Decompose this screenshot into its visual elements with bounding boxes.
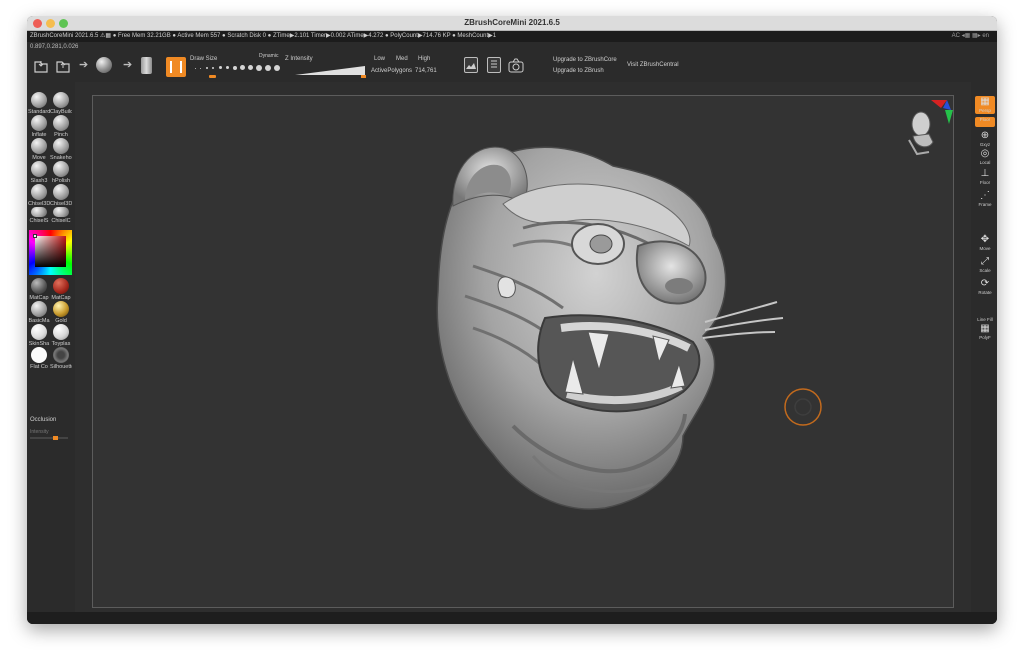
line-fill-icon: ▦ <box>980 323 990 334</box>
gizmo-icon: ⊕ <box>980 130 990 141</box>
line-fill-button[interactable]: Line Fill ▦ PolyF <box>975 317 995 341</box>
active-polygons-value: 714,761 <box>415 68 437 74</box>
cylinder-tool-icon[interactable] <box>141 57 152 74</box>
occlusion-label[interactable]: Occlusion <box>30 417 56 423</box>
brush-claybuildup[interactable]: ClayBuildup <box>50 92 72 116</box>
draw-size-label: Draw Size <box>190 56 218 62</box>
scale-button[interactable]: ⤢ Scale <box>975 256 995 274</box>
open-folder-icon[interactable] <box>33 58 49 74</box>
frame-icon: ⋰ <box>980 190 990 201</box>
brush-inflate[interactable]: Inflate <box>28 115 50 139</box>
brush-move[interactable]: Move <box>28 138 50 162</box>
upgrade-core-link[interactable]: Upgrade to ZBrushCore <box>553 57 617 63</box>
z-intensity-label: Z Intensity <box>285 56 313 62</box>
resolution-high[interactable]: High <box>418 56 430 62</box>
color-swatch-white[interactable] <box>33 234 37 238</box>
viewport[interactable] <box>75 82 971 624</box>
app-window: ZBrushCoreMini 2021.6.5 ZBrushCoreMini 2… <box>27 16 997 624</box>
tiger-mask-sculpt <box>436 146 822 510</box>
floor-button[interactable]: Floor <box>975 117 995 127</box>
window-title: ZBrushCoreMini 2021.6.5 <box>464 18 560 27</box>
color-picker[interactable] <box>29 230 72 275</box>
local-button[interactable]: ◎ Local <box>975 148 995 166</box>
material-gold[interactable]: Gold <box>50 301 72 325</box>
move-icon: ✥ <box>980 234 990 245</box>
color-saturation-field[interactable] <box>35 236 66 267</box>
bottom-bar <box>27 612 997 624</box>
persp-button[interactable]: ▦ Persp <box>975 96 995 114</box>
document-icon[interactable] <box>487 57 501 73</box>
image-icon[interactable] <box>464 57 478 73</box>
title-bar: ZBrushCoreMini 2021.6.5 <box>27 16 997 31</box>
document-frame[interactable] <box>92 95 954 608</box>
rotate-icon: ⟳ <box>980 278 990 289</box>
brush-chisel3d-a[interactable]: Chisel3D <box>28 184 50 208</box>
right-shelf: ▦ Persp Floor ⊕ Gxyz ◎ Local ⊥ Floor ⋰ Frame … <box>972 82 997 624</box>
left-shelf: Standard ClayBuildup Inflate Pinch Move … <box>27 82 73 624</box>
occlusion-intensity-slider[interactable] <box>30 436 68 440</box>
local-icon: ◎ <box>980 148 990 159</box>
move-button[interactable]: ✥ Move <box>975 234 995 252</box>
export-arrow-icon: ➔ <box>123 59 133 71</box>
material-matcap-b[interactable]: MatCap <box>50 278 72 302</box>
gxyz-button[interactable]: ⊕ Gxyz <box>975 130 995 148</box>
material-skinshade[interactable]: SkinSha <box>28 324 50 348</box>
resolution-low[interactable]: Low <box>374 56 385 62</box>
info-bar: ZBrushCoreMini 2021.6.5 ⚠▦ ● Free Mem 32… <box>27 31 997 42</box>
rotate-button[interactable]: ⟳ Rotate <box>975 278 995 296</box>
brush-standard[interactable]: Standard <box>28 92 50 116</box>
material-toyplastic[interactable]: Toyplas <box>50 324 72 348</box>
resolution-med[interactable]: Med <box>396 56 408 62</box>
info-bar-right[interactable]: AC ◂▦ ▦▸ en <box>952 31 989 42</box>
brush-chisels[interactable]: ChiselS <box>28 207 50 225</box>
info-bar-stats: ZBrushCoreMini 2021.6.5 ⚠▦ ● Free Mem 32… <box>30 33 497 39</box>
material-basic[interactable]: BasicMa <box>28 301 50 325</box>
occlusion-intensity-label: Intensity <box>30 429 49 435</box>
z-intensity-slider[interactable] <box>295 66 365 75</box>
active-polygons-label: ActivePolygons <box>371 68 413 74</box>
brush-chisel3d-b[interactable]: Chisel3D <box>50 184 72 208</box>
perspective-icon: ▦ <box>980 96 990 107</box>
camera-icon[interactable] <box>507 57 525 74</box>
material-silhouette[interactable]: Silhouette <box>50 347 72 371</box>
material-matcap-a[interactable]: MatCap <box>28 278 50 302</box>
top-toolbar: ➔ ➔ Draw Size Dynamic Z Intensity Low Me… <box>27 52 997 82</box>
brush-pinch[interactable]: Pinch <box>50 115 72 139</box>
import-arrow-icon: ➔ <box>79 59 89 71</box>
dynamic-label[interactable]: Dynamic <box>259 53 278 59</box>
material-flat-color[interactable]: Flat Co <box>28 347 50 371</box>
upgrade-zbrush-link[interactable]: Upgrade to ZBrush <box>553 68 604 74</box>
visit-central-link[interactable]: Visit ZBrushCentral <box>627 62 679 68</box>
orientation-gizmo-icon[interactable] <box>903 98 953 158</box>
sphere-tool-icon[interactable] <box>96 57 112 73</box>
save-folder-icon[interactable] <box>55 58 71 74</box>
brush-slash3[interactable]: Slash3 <box>28 161 50 185</box>
floor-grid-button[interactable]: ⊥ Floor <box>975 168 995 186</box>
cursor-coordinates: 0.897,0.281,0.026 <box>30 44 79 50</box>
scale-icon: ⤢ <box>981 256 989 267</box>
draw-icon <box>170 61 182 73</box>
draw-button[interactable] <box>166 57 186 77</box>
brush-hpolish[interactable]: hPolish <box>50 161 72 185</box>
draw-size-indicator <box>209 75 216 78</box>
frame-button[interactable]: ⋰ Frame <box>975 190 995 208</box>
brush-snakehook[interactable]: Snakehook <box>50 138 72 162</box>
floor-grid-icon: ⊥ <box>980 168 990 179</box>
brush-chiselc[interactable]: ChiselC <box>50 207 72 225</box>
z-intensity-indicator <box>361 75 366 78</box>
